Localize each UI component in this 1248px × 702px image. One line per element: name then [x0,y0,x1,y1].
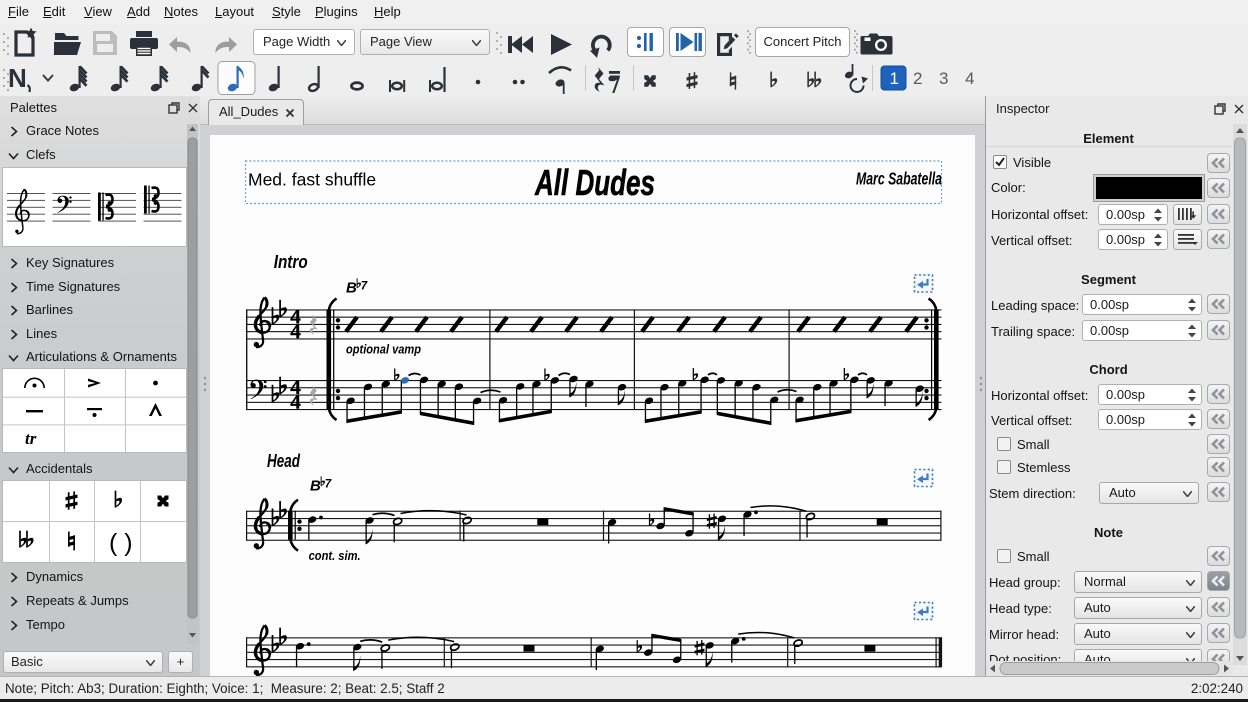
svg-text:Head: Head [267,451,301,471]
svg-text:tr: tr [25,429,37,448]
svg-text:All Dudes: All Dudes [534,162,655,203]
svg-text:cont. sim.: cont. sim. [309,549,361,563]
svg-text:7: 7 [325,479,332,491]
svg-text:3: 3 [939,69,948,88]
svg-text:Intro: Intro [274,252,308,272]
svg-text:7: 7 [361,281,368,293]
svg-text:N: N [8,63,27,93]
svg-text:2: 2 [913,69,922,88]
svg-text:B: B [310,478,321,495]
svg-text:Marc Sabatella: Marc Sabatella [856,169,942,189]
svg-text:4: 4 [965,69,974,88]
svg-text:optional vamp: optional vamp [346,342,421,356]
svg-text:Med. fast shuffle: Med. fast shuffle [248,170,376,190]
svg-text:1: 1 [890,69,899,88]
svg-text:B: B [346,280,357,297]
svg-text:( ): ( ) [109,529,133,557]
